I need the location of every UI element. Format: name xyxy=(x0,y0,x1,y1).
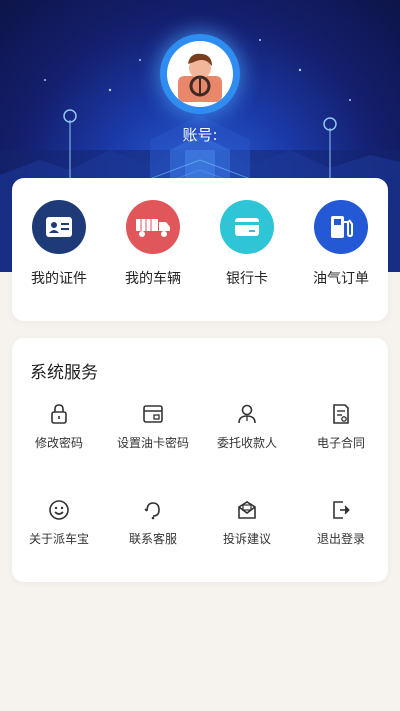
quick-actions-card: 我的证件 我的车辆 银行卡 油气订单 xyxy=(12,178,388,321)
logout-icon xyxy=(333,501,350,519)
truck-icon xyxy=(126,200,180,254)
e-contract-label: 电子合同 xyxy=(316,436,365,450)
person-icon xyxy=(238,404,256,424)
bank-card-icon xyxy=(220,200,274,254)
fuel-orders-button[interactable]: 油气订单 xyxy=(294,200,388,288)
payee-delegate-button[interactable]: 委托收款人 xyxy=(200,402,294,451)
complaints-suggestions-button[interactable]: 投诉建议 xyxy=(200,498,294,547)
smiley-icon xyxy=(49,500,69,520)
avatar[interactable] xyxy=(160,34,240,114)
bank-card-button[interactable]: 银行卡 xyxy=(200,200,294,288)
services-title: 系统服务 xyxy=(30,363,98,383)
contact-support-button[interactable]: 联系客服 xyxy=(106,498,200,547)
driver-avatar-icon xyxy=(167,41,233,107)
logout-label: 退出登录 xyxy=(316,532,365,546)
card-lock-icon xyxy=(143,405,163,423)
complaints-suggestions-label: 投诉建议 xyxy=(222,532,271,546)
set-fuel-card-password-label: 设置油卡密码 xyxy=(116,436,189,450)
set-fuel-card-password-button[interactable]: 设置油卡密码 xyxy=(106,402,200,451)
my-vehicles-label: 我的车辆 xyxy=(125,271,181,287)
complaint-mail-icon xyxy=(238,501,256,519)
contact-support-label: 联系客服 xyxy=(128,532,177,546)
bank-card-label: 银行卡 xyxy=(226,271,268,287)
fuel-pump-icon xyxy=(314,200,368,254)
customer-service-icon xyxy=(144,502,160,520)
contract-icon xyxy=(333,404,349,424)
account-info: 账号: xyxy=(0,124,400,145)
e-contract-button[interactable]: 电子合同 xyxy=(294,402,388,451)
my-certificates-label: 我的证件 xyxy=(31,271,87,287)
lock-icon xyxy=(51,404,67,424)
system-services-card: 系统服务 修改密码 设置油卡密码 委托收款人 电子合同 关于派车宝 联系客服 投… xyxy=(12,338,388,582)
my-vehicles-button[interactable]: 我的车辆 xyxy=(106,200,200,288)
payee-delegate-label: 委托收款人 xyxy=(216,436,277,450)
my-certificates-button[interactable]: 我的证件 xyxy=(12,200,106,288)
fuel-orders-label: 油气订单 xyxy=(313,271,369,287)
account-label: 账号: xyxy=(182,126,218,144)
about-paichebao-label: 关于派车宝 xyxy=(28,532,89,546)
logout-button[interactable]: 退出登录 xyxy=(294,498,388,547)
about-paichebao-button[interactable]: 关于派车宝 xyxy=(12,498,106,547)
change-password-label: 修改密码 xyxy=(34,436,83,450)
change-password-button[interactable]: 修改密码 xyxy=(12,402,106,451)
id-card-icon xyxy=(32,200,86,254)
